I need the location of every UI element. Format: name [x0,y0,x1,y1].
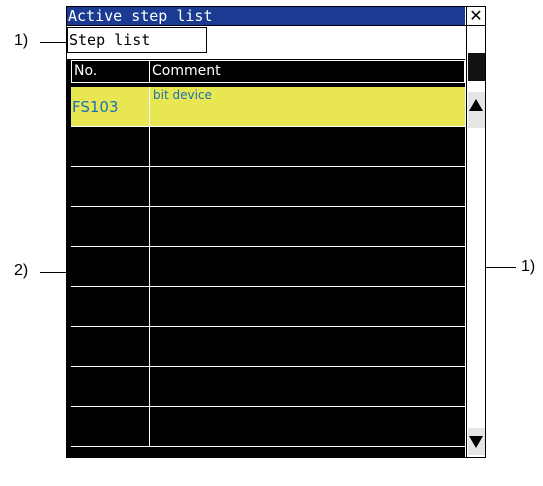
header-divider [67,25,485,26]
window-title: Active step list [67,7,465,25]
step-no-cell [71,247,150,287]
arrow-up-icon [469,99,483,111]
column-header-comment: Comment [149,60,465,83]
table-row[interactable] [71,207,465,247]
table-row[interactable] [71,287,465,327]
step-no-cell [71,327,150,367]
step-no-cell [71,167,150,207]
step-no-cell [71,127,150,167]
table-header: No. Comment [71,60,465,83]
scroll-up-button[interactable] [468,92,485,128]
step-no-cell [71,367,150,407]
callout-leader-2 [40,272,66,273]
comment-cell [150,287,465,327]
table-row[interactable] [71,407,465,447]
scroll-down-button[interactable] [468,428,485,455]
table-row[interactable] [71,247,465,287]
table-row[interactable] [71,367,465,407]
step-no-cell [71,407,150,447]
callout-label-1-right: 1) [521,258,536,275]
close-button[interactable]: ✕ [466,7,485,25]
table-row[interactable] [71,167,465,207]
step-no-cell: FS103 [71,87,150,127]
step-list-label: Step list [67,27,207,53]
callout-label-1-top: 1) [14,32,29,49]
comment-cell [150,127,465,167]
comment-cell [150,167,465,207]
comment-cell [150,247,465,287]
table-row[interactable]: FS103 bit device [71,87,465,127]
step-no-cell [71,287,150,327]
vertical-scrollbar[interactable] [466,26,485,457]
comment-cell [150,327,465,367]
callout-leader-1-right [486,267,516,268]
scrollbar-thumb[interactable] [468,53,485,81]
step-table: No. Comment FS103 bit device [67,59,465,457]
column-header-no: No. [71,60,150,83]
callout-leader-1-top [40,42,66,43]
table-row[interactable] [71,327,465,367]
step-no-cell [71,207,150,247]
comment-cell [150,407,465,447]
comment-cell [150,367,465,407]
close-icon: ✕ [469,6,483,25]
callout-label-2: 2) [14,262,29,279]
active-step-list-window: Active step list ✕ Step list No. Comment… [66,6,486,458]
table-row[interactable] [71,127,465,167]
comment-cell [150,207,465,247]
arrow-down-icon [469,436,483,448]
comment-cell: bit device [150,87,465,127]
